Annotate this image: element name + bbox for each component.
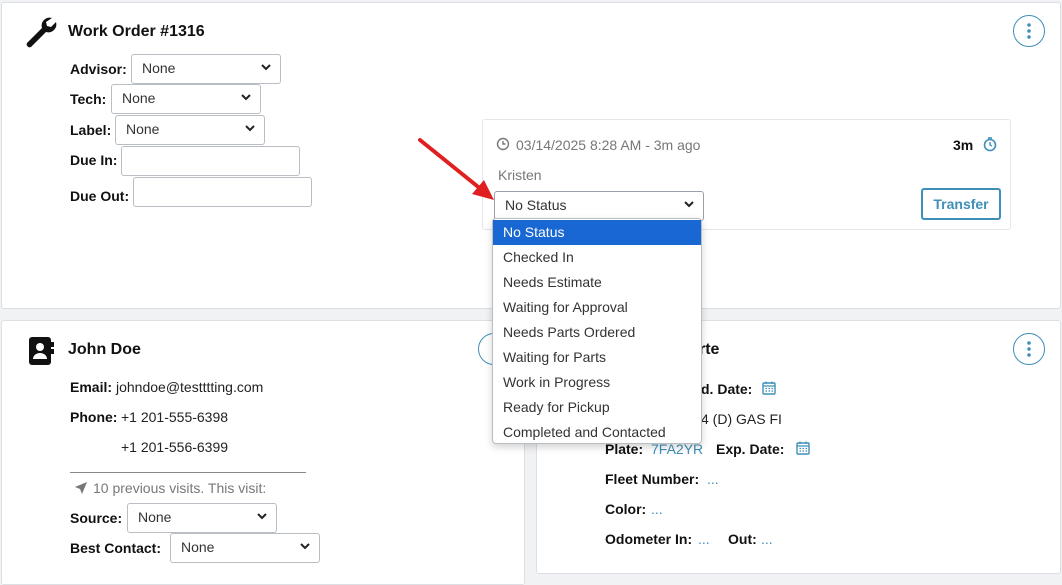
source-select[interactable]: None: [127, 503, 277, 533]
wrench-icon: [26, 17, 57, 48]
status-option-work-in-progress[interactable]: Work in Progress: [493, 370, 701, 395]
more-vertical-icon: [1027, 23, 1031, 39]
advisor-label: Advisor:: [70, 61, 127, 77]
chevron-down-icon: [245, 125, 255, 132]
color-value[interactable]: ...: [651, 501, 663, 517]
status-option-ready-for-pickup[interactable]: Ready for Pickup: [493, 395, 701, 420]
status-select[interactable]: No Status: [494, 191, 704, 221]
status-user: Kristen: [498, 167, 542, 183]
chevron-down-icon: [241, 94, 251, 101]
status-option-waiting-for-parts[interactable]: Waiting for Parts: [493, 345, 701, 370]
timer-icon: [983, 137, 997, 152]
status-dropdown-list: No Status Checked In Needs Estimate Wait…: [492, 218, 702, 444]
advisor-select-value: None: [142, 60, 176, 76]
email-value: johndoe@testttting.com: [116, 379, 264, 395]
label-label: Label:: [70, 122, 112, 138]
vehicle-menu-button[interactable]: [1013, 333, 1045, 365]
tech-label: Tech:: [70, 91, 107, 107]
transfer-button[interactable]: Transfer: [921, 188, 1001, 220]
work-order-menu-button[interactable]: [1013, 15, 1045, 47]
status-option-waiting-for-approval[interactable]: Waiting for Approval: [493, 295, 701, 320]
divider: [70, 472, 306, 473]
customer-name: John Doe: [68, 341, 141, 358]
vehicle-title: rte: [699, 341, 720, 358]
best-contact-label: Best Contact:: [70, 540, 162, 556]
fleet-number-value[interactable]: ...: [707, 471, 719, 487]
status-option-checked-in[interactable]: Checked In: [493, 245, 701, 270]
calendar-icon: [762, 381, 776, 395]
fleet-number-label: Fleet Number:: [605, 471, 700, 487]
customer-card: John Doe Email: johndoe@testttting.com P…: [1, 320, 525, 585]
work-order-title: Work Order #1316: [68, 23, 205, 40]
odometer-in-label: Odometer In:: [605, 531, 693, 547]
tech-select[interactable]: None: [111, 84, 261, 114]
contact-card-icon: [29, 337, 54, 365]
phone-secondary: +1 201-556-6399: [121, 439, 229, 455]
phone-primary: +1 201-555-6398: [121, 409, 229, 425]
best-contact-select[interactable]: None: [170, 533, 320, 563]
email-label: Email:: [70, 379, 113, 395]
engine-value: 4 (D) GAS FI: [701, 411, 782, 427]
due-out-label: Due Out:: [70, 188, 130, 204]
color-label: Color:: [605, 501, 647, 517]
status-option-no-status[interactable]: No Status: [493, 220, 701, 245]
more-vertical-icon: [1027, 341, 1031, 357]
annotation-arrow: [418, 138, 494, 200]
odometer-out-value[interactable]: ...: [761, 531, 773, 547]
status-panel: 03/14/2025 8:28 AM - 3m ago 3m Kristen N…: [482, 119, 1011, 230]
navigation-arrow-icon: [75, 482, 87, 494]
status-option-needs-parts-ordered[interactable]: Needs Parts Ordered: [493, 320, 701, 345]
chevron-down-icon: [257, 513, 267, 520]
chevron-down-icon: [684, 201, 694, 208]
phone-label: Phone:: [70, 409, 118, 425]
status-option-completed-and-contacted[interactable]: Completed and Contacted: [493, 420, 701, 445]
chevron-down-icon: [300, 543, 310, 550]
visits-text: 10 previous visits. This visit:: [93, 480, 267, 496]
due-out-input[interactable]: [133, 177, 312, 207]
label-select-value: None: [126, 121, 160, 137]
status-timestamp: 03/14/2025 8:28 AM - 3m ago: [516, 137, 701, 153]
odometer-out-label: Out:: [728, 531, 757, 547]
advisor-select[interactable]: None: [131, 54, 281, 84]
calendar-icon[interactable]: [796, 441, 810, 455]
source-label: Source:: [70, 510, 123, 526]
registration-date-label: d. Date:: [701, 381, 753, 397]
odometer-in-value[interactable]: ...: [698, 531, 710, 547]
label-select[interactable]: None: [115, 115, 265, 145]
source-select-value: None: [138, 509, 172, 525]
elapsed-time: 3m: [953, 137, 974, 153]
status-option-needs-estimate[interactable]: Needs Estimate: [493, 270, 701, 295]
tech-select-value: None: [122, 90, 156, 106]
due-in-label: Due In:: [70, 152, 118, 168]
best-contact-select-value: None: [181, 539, 215, 555]
status-select-value: No Status: [505, 197, 567, 213]
chevron-down-icon: [261, 64, 271, 71]
due-in-input[interactable]: [121, 146, 300, 176]
exp-date-label: Exp. Date:: [716, 441, 785, 457]
